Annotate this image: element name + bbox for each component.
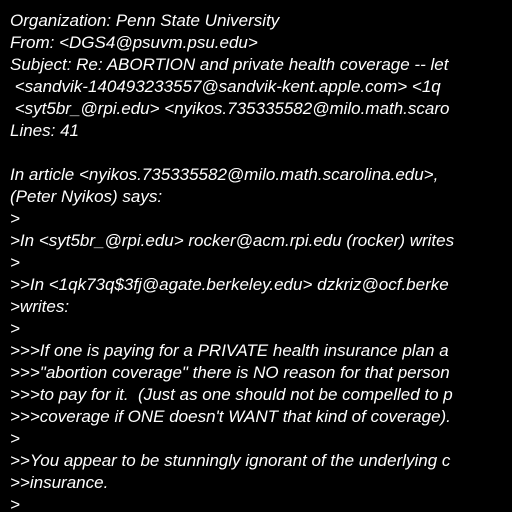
document-page: Organization: Penn State University From… [0, 0, 512, 512]
quoted-line: >>>"abortion coverage" there is NO reaso… [10, 363, 450, 382]
quoted-line: > [10, 495, 20, 512]
quoted-line: >In <syt5br_@rpi.edu> rocker@acm.rpi.edu… [10, 231, 455, 250]
quoted-line: >>>If one is paying for a PRIVATE health… [10, 341, 449, 360]
quoted-line: >>insurance. [10, 473, 109, 492]
message-text: Organization: Penn State University From… [10, 10, 454, 512]
header-organization: Organization: Penn State University [10, 11, 280, 30]
header-references-1: <sandvik-140493233557@sandvik-kent.apple… [10, 77, 441, 96]
quoted-line: >>You appear to be stunningly ignorant o… [10, 451, 451, 470]
quoted-line: > [10, 429, 20, 448]
quoted-line: > [10, 209, 20, 228]
quoted-line: >writes: [10, 297, 70, 316]
attribution-line: In article <nyikos.735335582@milo.math.s… [10, 165, 439, 184]
header-subject: Subject: Re: ABORTION and private health… [10, 55, 449, 74]
header-lines: Lines: 41 [10, 121, 79, 140]
quoted-line: >>>coverage if ONE doesn't WANT that kin… [10, 407, 451, 426]
quoted-line: > [10, 319, 20, 338]
header-references-2: <syt5br_@rpi.edu> <nyikos.735335582@milo… [10, 99, 450, 118]
quoted-line: >>>to pay for it. (Just as one should no… [10, 385, 453, 404]
header-from: From: <DGS4@psuvm.psu.edu> [10, 33, 258, 52]
quoted-line: >>In <1qk73q$3fj@agate.berkeley.edu> dzk… [10, 275, 449, 294]
quoted-line: > [10, 253, 20, 272]
attribution-author: (Peter Nyikos) says: [10, 187, 163, 206]
